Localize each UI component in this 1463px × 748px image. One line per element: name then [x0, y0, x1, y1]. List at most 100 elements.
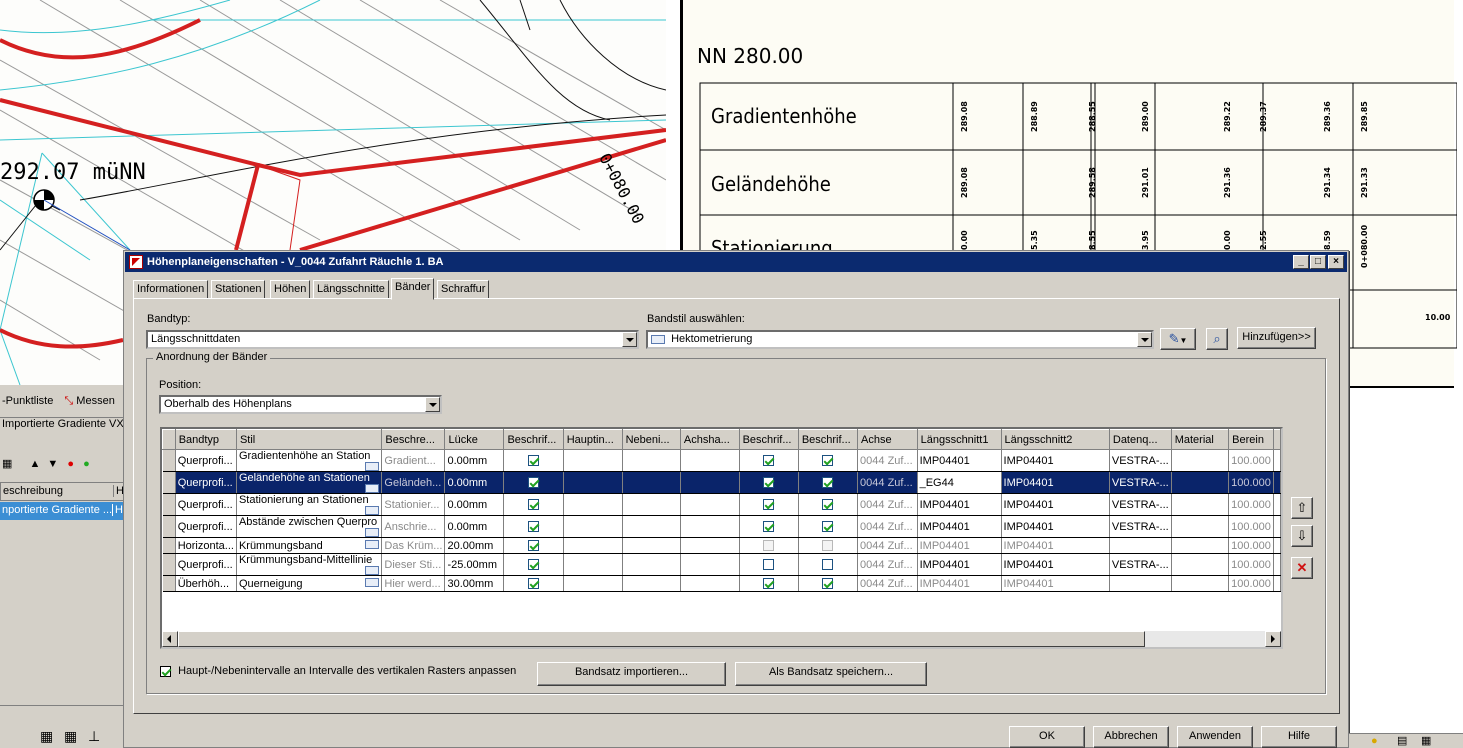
cell-luecke[interactable]: 30.00mm: [444, 575, 505, 592]
cell-material[interactable]: [1171, 493, 1230, 516]
cell-achse[interactable]: 0044 Zuf...: [857, 515, 918, 538]
cell-achse[interactable]: 0044 Zuf...: [857, 493, 918, 516]
table-row[interactable]: Querprofi... Geländehöhe an Stationen Gelä…: [162, 471, 1281, 494]
cell-laengsschnitt1[interactable]: IMP04401: [917, 515, 1002, 538]
cell-material[interactable]: [1171, 575, 1230, 592]
scroll-right-button[interactable]: [1265, 631, 1281, 647]
measure-icon[interactable]: ⤡: [64, 395, 73, 407]
cell-berein[interactable]: 100.000: [1228, 537, 1274, 554]
snap-icon[interactable]: ⊥: [88, 728, 100, 745]
cell-stil[interactable]: Gradientenhöhe an Station: [236, 449, 383, 472]
cell-stil[interactable]: Stationierung an Stationen: [236, 493, 383, 516]
checkbox[interactable]: [528, 540, 540, 552]
cell-laengsschnitt1[interactable]: IMP04401: [917, 553, 1002, 576]
cell-luecke[interactable]: 20.00mm: [444, 537, 505, 554]
cell-stil[interactable]: Abstände zwischen Querpro: [236, 515, 383, 538]
checkbox[interactable]: [822, 455, 834, 467]
position-select[interactable]: Oberhalb des Höhenplans: [159, 395, 442, 414]
cell-beschriftung-3[interactable]: [798, 537, 859, 554]
checkbox[interactable]: [763, 559, 775, 571]
chevron-down-icon[interactable]: [425, 397, 440, 412]
tray-icon[interactable]: ▦: [1421, 734, 1431, 747]
cell-material[interactable]: [1171, 515, 1230, 538]
checkbox[interactable]: [822, 578, 834, 590]
cell-beschriftung[interactable]: [503, 449, 564, 472]
cell-nebenintervall[interactable]: [622, 553, 681, 576]
cell-datenquelle[interactable]: VESTRA-...: [1109, 493, 1172, 516]
checkbox[interactable]: [763, 521, 775, 533]
column-header[interactable]: Hauptin...: [562, 429, 623, 450]
col-beschreibung[interactable]: eschreibung: [3, 485, 63, 497]
cell-beschriftung-3[interactable]: [798, 575, 859, 592]
cell-beschriftung-2[interactable]: [739, 471, 799, 494]
cell-hauptintervall[interactable]: [563, 471, 623, 494]
row-selector[interactable]: [162, 515, 176, 538]
cell-hauptintervall[interactable]: [563, 537, 623, 554]
cell-stil[interactable]: Krümmungsband-Mittellinie: [236, 553, 383, 576]
arrow-up-icon[interactable]: ▲: [29, 458, 40, 470]
column-header[interactable]: Nebeni...: [621, 429, 681, 450]
cell-beschreibung[interactable]: Stationier...: [381, 493, 446, 516]
cell-bandtyp[interactable]: Querprofi...: [175, 553, 237, 576]
cell-achse[interactable]: 0044 Zuf...: [857, 449, 918, 472]
cell-beschriftung[interactable]: [503, 493, 564, 516]
cell-achshaupt[interactable]: [680, 575, 740, 592]
table-row[interactable]: Überhöh... Querneigung Hier werd... 30.00mm…: [162, 575, 1281, 592]
cell-achse[interactable]: 0044 Zuf...: [857, 471, 918, 494]
checkbox[interactable]: [528, 559, 540, 571]
cell-achshaupt[interactable]: [680, 471, 740, 494]
cell-beschreibung[interactable]: Anschrie...: [381, 515, 446, 538]
grid-icon[interactable]: ▦: [2, 458, 12, 470]
tab-stationen[interactable]: Stationen: [211, 280, 266, 299]
ok-button[interactable]: OK: [1009, 726, 1085, 748]
tab-informationen[interactable]: Informationen: [133, 280, 209, 299]
checkbox[interactable]: [763, 499, 775, 511]
cell-material[interactable]: [1171, 471, 1230, 494]
cell-laengsschnitt1[interactable]: IMP04401: [917, 493, 1002, 516]
cell-beschriftung-2[interactable]: [739, 575, 799, 592]
column-header[interactable]: Beschrif...: [797, 429, 859, 450]
cell-beschriftung-2[interactable]: [739, 449, 799, 472]
scroll-thumb[interactable]: [178, 631, 1145, 647]
cell-berein[interactable]: 100.000: [1228, 471, 1274, 494]
panel-list-item[interactable]: nportierte Gradiente ... H: [0, 502, 125, 520]
cell-material[interactable]: [1171, 553, 1230, 576]
bands-grid[interactable]: Bandtyp Stil Beschre... Lücke Beschrif... Hau…: [160, 427, 1283, 649]
adjust-intervals-checkbox[interactable]: [160, 665, 171, 677]
tab-hoehen[interactable]: Höhen: [270, 280, 311, 299]
cell-achshaupt[interactable]: [680, 449, 740, 472]
cell-bandtyp[interactable]: Querprofi...: [175, 493, 237, 516]
cell-laengsschnitt2[interactable]: IMP04401: [1001, 575, 1110, 592]
delete-band-button[interactable]: ✕: [1291, 557, 1313, 579]
cell-nebenintervall[interactable]: [622, 537, 681, 554]
cell-beschriftung-3[interactable]: [798, 449, 859, 472]
grid-icon[interactable]: ▦: [64, 728, 77, 745]
cell-beschriftung-2[interactable]: [739, 493, 799, 516]
band-style-icon[interactable]: [365, 539, 380, 549]
cell-beschriftung-2[interactable]: [739, 553, 799, 576]
table-row[interactable]: Querprofi... Krümmungsband-Mittellinie Die…: [162, 553, 1281, 576]
edit-style-button[interactable]: ✎▼: [1160, 328, 1196, 350]
row-selector[interactable]: [162, 553, 176, 576]
column-header[interactable]: Bandtyp: [174, 429, 237, 450]
cell-luecke[interactable]: 0.00mm: [444, 449, 505, 472]
dialog-titlebar[interactable]: Höhenplaneigenschaften - V_0044 Zufahrt …: [125, 252, 1347, 272]
cell-stil[interactable]: Querneigung: [236, 575, 383, 592]
cell-bandtyp[interactable]: Horizonta...: [175, 537, 237, 554]
cell-laengsschnitt1[interactable]: _EG44: [917, 471, 1002, 494]
cell-achshaupt[interactable]: [680, 537, 740, 554]
cell-beschriftung-2[interactable]: [739, 537, 799, 554]
cell-nebenintervall[interactable]: [622, 449, 681, 472]
checkbox[interactable]: [822, 540, 834, 552]
cell-beschriftung[interactable]: [503, 553, 564, 576]
chevron-down-icon[interactable]: [622, 332, 637, 347]
bulb-icon[interactable]: ●: [1371, 735, 1378, 747]
column-header[interactable]: Längsschnitt2: [1000, 429, 1110, 450]
cell-beschreibung[interactable]: Geländeh...: [381, 471, 446, 494]
help-button[interactable]: Hilfe: [1261, 726, 1337, 748]
cell-datenquelle[interactable]: VESTRA-...: [1109, 553, 1172, 576]
add-band-button[interactable]: Hinzufügen>>: [1237, 327, 1316, 349]
grid-icon[interactable]: ▦: [40, 728, 53, 745]
cell-luecke[interactable]: 0.00mm: [444, 515, 505, 538]
checkbox[interactable]: [763, 455, 775, 467]
